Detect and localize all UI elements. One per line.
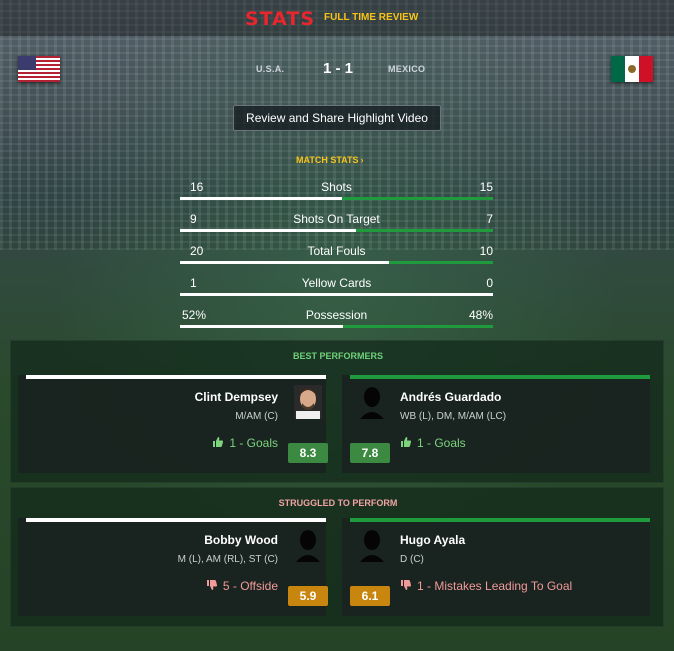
player-position: M/AM (C) <box>235 411 278 422</box>
player-silhouette-icon <box>360 530 384 562</box>
away-color-strip <box>350 375 650 379</box>
stat-comparison-bar <box>180 197 493 200</box>
away-team-name: MEXICO <box>388 64 426 74</box>
player-detail-text: 1 - Goals <box>417 436 466 450</box>
review-highlight-button[interactable]: Review and Share Highlight Video <box>233 105 441 131</box>
struggled-title: STRUGGLED TO PERFORM <box>278 498 398 508</box>
page-title: STATS <box>245 8 316 30</box>
stat-away-value: 7 <box>486 212 493 226</box>
stat-comparison-bar <box>180 325 493 328</box>
stat-row: 16 Shots 15 <box>180 180 493 210</box>
match-score: 1 - 1 <box>323 60 354 77</box>
player-card-away-struggled[interactable]: Hugo Ayala D (C) 1 - Mistakes Leading To… <box>342 518 650 616</box>
chevron-right-icon: › <box>360 155 364 165</box>
stat-away-value: 48% <box>468 308 493 322</box>
player-detail: 1 - Goals <box>400 436 466 450</box>
home-color-strip <box>26 518 326 522</box>
stat-label: Total Fouls <box>307 244 366 258</box>
player-position: D (C) <box>400 554 424 565</box>
player-name: Clint Dempsey <box>194 390 278 404</box>
home-team-name: U.S.A. <box>256 64 285 74</box>
struggled-panel: STRUGGLED TO PERFORM Bobby Wood M (L), A… <box>10 487 664 627</box>
stat-away-value: 15 <box>479 180 493 194</box>
player-name: Andrés Guardado <box>400 390 502 404</box>
stat-row: 20 Total Fouls 10 <box>180 244 493 274</box>
stat-label: Shots On Target <box>293 212 380 226</box>
player-position: WB (L), DM, M/AM (LC) <box>400 411 507 422</box>
stat-away-value: 0 <box>486 276 493 290</box>
stat-comparison-bar <box>180 293 493 296</box>
match-stats-link-label: MATCH STATS <box>296 155 359 165</box>
thumbs-up-icon <box>213 437 224 447</box>
stat-label: Shots <box>321 180 352 194</box>
stat-away-bar <box>356 229 493 232</box>
stat-away-value: 10 <box>479 244 493 258</box>
stat-comparison-bar <box>180 261 493 264</box>
stat-home-bar <box>180 229 356 232</box>
player-position: M (L), AM (RL), ST (C) <box>177 554 278 565</box>
stat-home-bar <box>180 261 389 264</box>
stat-home-bar <box>180 293 493 296</box>
player-rating: 7.8 <box>350 443 390 463</box>
player-card-home-struggled[interactable]: Bobby Wood M (L), AM (RL), ST (C) 5 - Of… <box>18 518 328 616</box>
player-detail-text: 1 - Mistakes Leading To Goal <box>417 579 573 593</box>
match-stats-link[interactable]: MATCH STATS › <box>296 155 364 165</box>
stat-row: 52% Possession 48% <box>180 308 493 338</box>
player-name: Hugo Ayala <box>400 533 466 547</box>
stat-away-bar <box>389 261 493 264</box>
player-detail: 1 - Goals <box>212 436 278 450</box>
thumbs-down-icon <box>401 580 412 590</box>
player-silhouette-icon <box>360 387 384 419</box>
stat-comparison-bar <box>180 229 493 232</box>
player-rating: 8.3 <box>288 443 328 463</box>
thumbs-down-icon <box>206 580 217 590</box>
page-subtitle: FULL TIME REVIEW <box>324 12 419 23</box>
usa-flag-icon <box>18 56 60 82</box>
stat-row: 1 Yellow Cards 0 <box>180 276 493 306</box>
player-photo <box>294 385 322 419</box>
mexico-flag-icon <box>611 56 653 82</box>
player-rating: 6.1 <box>350 586 390 606</box>
player-detail-text: 1 - Goals <box>229 436 278 450</box>
stat-home-bar <box>180 197 342 200</box>
stat-away-bar <box>343 325 493 328</box>
player-silhouette-icon <box>296 530 320 562</box>
stat-away-bar <box>342 197 493 200</box>
best-performers-panel: BEST PERFORMERS Clint Dempsey M/AM (C) 1… <box>10 340 664 483</box>
player-detail: 5 - Offside <box>206 579 278 593</box>
stat-label: Yellow Cards <box>301 276 372 290</box>
home-color-strip <box>26 375 326 379</box>
stat-home-bar <box>180 325 343 328</box>
stat-row: 9 Shots On Target 7 <box>180 212 493 242</box>
player-detail: 1 - Mistakes Leading To Goal <box>400 579 572 593</box>
best-performers-title: BEST PERFORMERS <box>292 351 383 361</box>
player-detail-text: 5 - Offside <box>222 579 278 593</box>
away-color-strip <box>350 518 650 522</box>
player-card-home-best[interactable]: Clint Dempsey M/AM (C) 1 - Goals 8.3 <box>18 375 328 473</box>
thumbs-up-icon <box>401 437 412 447</box>
player-name: Bobby Wood <box>204 533 278 547</box>
player-rating: 5.9 <box>288 586 328 606</box>
stat-label: Possession <box>305 308 368 322</box>
player-card-away-best[interactable]: Andrés Guardado WB (L), DM, M/AM (LC) 1 … <box>342 375 650 473</box>
